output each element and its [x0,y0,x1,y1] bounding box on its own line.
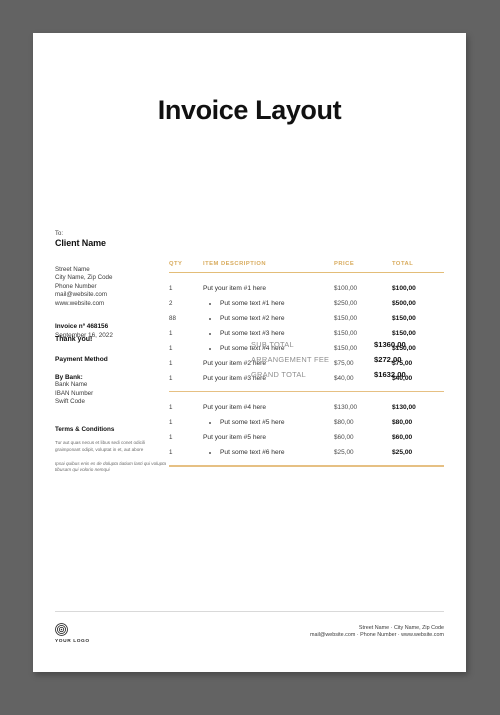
footer-contact-info: Street Name · City Name, Zip Code mail@w… [310,625,444,640]
cell-description: Put your item #1 here [203,285,267,292]
bullet-icon [209,421,211,424]
client-name: Client Name [55,238,106,248]
terms-paragraph-2: Ipsai quibus enis es de dolupta tiatium … [55,460,167,473]
footer-line-1: Street Name · City Name, Zip Code [358,625,444,631]
footer-divider [55,611,444,612]
column-header-qty: QTY [169,261,183,267]
terms-heading: Terms & Conditions [55,426,115,434]
table-row: 1 Put your item #4 here $130,00 $130,00 [169,400,444,415]
cell-total: $130,00 [392,404,416,412]
page-title-container: Invoice Layout [33,95,466,129]
bullet-icon [209,317,211,320]
cell-total: $500,00 [392,300,416,307]
totals-label: ARRANGEMENT FEE [251,355,330,364]
cell-total: $25,00 [392,449,413,457]
cell-description: Put some text #2 here [203,315,334,322]
thank-you-note: Thank you! [55,336,93,343]
totals-value: $1632,00 [374,370,406,379]
table-header-rule [169,272,444,273]
cell-price: $80,00 [334,419,354,427]
cell-qty: 1 [169,375,173,382]
cell-description: Put your item #5 here [203,434,267,442]
address-phone: Phone Number [55,282,97,290]
footer-line-2: mail@website.com · Phone Number · www.we… [310,632,444,639]
bank-iban: IBAN Number [55,389,94,397]
bank-name: Bank Name [55,381,88,389]
totals-row: GRAND TOTAL $1632,00 [251,367,446,382]
cell-qty: 1 [169,285,173,292]
cell-qty: 1 [169,434,173,442]
address-street: Street Name [55,266,90,273]
table-row: 1 Put some text #6 here $25,00 $25,00 [169,445,444,460]
payment-method-heading: Payment Method [55,356,108,364]
totals-label: GRAND TOTAL [251,370,307,379]
bank-swift: Swift Code [55,398,85,406]
table-row: 1 Put your item #5 here $60,00 $60,00 [169,430,444,445]
column-header-total: TOTAL [392,261,414,267]
cell-qty: 1 [169,345,173,352]
left-info-column: To: Client Name Street Name City Name, Z… [55,231,167,473]
address-email: mail@website.com [55,291,108,299]
table-row: 1 Put some text #5 here $80,00 $80,00 [169,415,444,430]
cell-description: Put some text #3 here [203,330,334,337]
table-row: 2 Put some text #1 here $250,00 $500,00 [169,296,444,311]
cell-total: $150,00 [392,330,416,337]
cell-price: $150,00 [334,330,358,337]
bank-label: By Bank: [55,374,83,382]
cell-price: $60,00 [334,434,354,442]
cell-qty: 1 [169,360,173,367]
line-items-block-2: 1 Put your item #4 here $130,00 $130,00 1 Put… [169,400,444,460]
cell-description: Put some text #6 here [203,449,334,456]
cell-total: $100,00 [392,285,416,292]
client-address-block: Street Name City Name, Zip Code Phone Nu… [55,266,167,308]
bullet-icon [209,347,211,350]
table-block-divider-rule [169,391,444,393]
cell-description: Put some text #5 here [203,419,334,426]
totals-row: SUB TOTAL $1360,00 [251,337,446,352]
address-city: City Name, Zip Code [55,274,113,282]
page-title: Invoice Layout [154,95,345,129]
cell-price: $250,00 [334,300,358,307]
invoice-number: Invoice nº 468156 [55,323,109,331]
logo-block: YOUR LOGO [55,623,90,644]
table-header-row: QTY ITEM DESCRIPTION PRICE TOTAL [169,261,444,267]
bullet-icon [209,302,211,305]
cell-description: Put some text #1 here [203,300,334,307]
table-bottom-rule [169,465,444,467]
totals-summary: SUB TOTAL $1360,00 ARRANGEMENT FEE $272,00 G… [251,337,446,382]
column-header-price: PRICE [334,261,355,267]
cell-total: $80,00 [392,419,413,427]
cell-qty: 1 [169,449,173,457]
table-row: 1 Put your item #1 here $100,00 $100,00 [169,281,444,296]
cell-price: $100,00 [334,285,358,292]
cell-qty: 2 [169,300,173,307]
cell-qty: 88 [169,315,176,322]
cell-price: $150,00 [334,315,358,322]
bank-details-block: Bank Name IBAN Number Swift Code [55,381,167,406]
cell-total: $150,00 [392,315,416,322]
totals-label: SUB TOTAL [251,340,294,349]
to-label: To: [55,231,64,237]
column-header-desc: ITEM DESCRIPTION [203,261,267,267]
totals-value: $1360,00 [374,340,406,349]
invoice-page: Invoice Layout To: Client Name Street Na… [33,33,466,672]
totals-value: $272,00 [374,355,402,364]
spiral-logo-icon [55,623,68,636]
cell-total: $60,00 [392,434,413,442]
cell-qty: 1 [169,404,173,412]
table-row: 88 Put some text #2 here $150,00 $150,00 [169,311,444,326]
address-website: www.website.com [55,299,105,307]
bullet-icon [209,451,211,454]
totals-row: ARRANGEMENT FEE $272,00 [251,352,446,367]
cell-qty: 1 [169,330,173,337]
page-title-text: Invoice Layout [157,95,342,125]
cell-qty: 1 [169,419,173,427]
logo-text: YOUR LOGO [55,639,90,644]
cell-description: Put your item #4 here [203,404,267,412]
bullet-icon [209,332,211,335]
cell-price: $130,00 [334,404,358,412]
cell-price: $25,00 [334,449,354,457]
terms-paragraph-1: Tur aut quas necus et libus sedi conet o… [55,440,145,452]
